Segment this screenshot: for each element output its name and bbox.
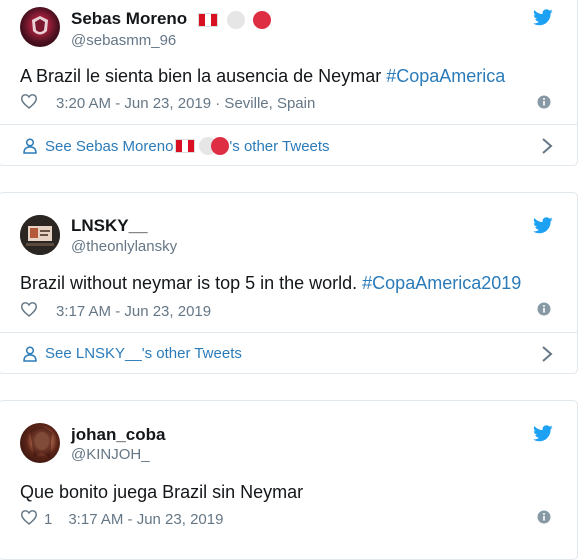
heart-icon[interactable] — [20, 93, 38, 113]
peru-flag-icon — [197, 12, 218, 27]
hashtag-link[interactable]: #CopaAmerica2019 — [362, 273, 521, 293]
display-name[interactable]: Sebas Moreno — [71, 9, 272, 29]
chevron-right-icon[interactable] — [541, 137, 553, 160]
tweet-timestamp[interactable]: 3:17 AM - Jun 23, 2019 — [56, 303, 211, 320]
red-circle-icon — [211, 137, 230, 155]
user-handle[interactable]: @KINJOH_ — [71, 446, 150, 463]
avatar-image-icon — [20, 215, 60, 255]
tweet-text: Que bonito juega Brazil sin Neymar — [20, 482, 304, 502]
avatar[interactable] — [20, 7, 60, 47]
tweet-body: A Brazil le sienta bien la ausencia de N… — [20, 66, 387, 86]
avatar[interactable] — [20, 215, 60, 255]
heart-icon[interactable] — [20, 301, 38, 321]
person-icon — [23, 345, 37, 362]
info-icon[interactable] — [537, 510, 551, 529]
avatar-crest-icon — [32, 16, 48, 35]
display-name-text[interactable]: Sebas Moreno — [71, 9, 187, 28]
hashtag-link[interactable]: #CopaAmerica — [386, 66, 505, 86]
like-count[interactable]: 1 — [44, 511, 52, 528]
footer-link-suffix[interactable]: 's other Tweets — [229, 138, 329, 155]
footer-link-text[interactable]: See LNSKY__'s other Tweets — [45, 345, 242, 362]
tweet-meta: 1 3:17 AM - Jun 23, 2019 — [20, 509, 223, 529]
info-icon[interactable] — [537, 302, 551, 321]
heart-icon[interactable] — [20, 509, 38, 529]
tweet-body: Brazil without neymar is top 5 in the wo… — [20, 273, 363, 293]
tweet-text: A Brazil le sienta bien la ausencia de N… — [20, 66, 505, 87]
avatar[interactable] — [20, 423, 60, 463]
tweet-footer[interactable]: See Sebas Moreno 's other Tweets — [0, 124, 577, 167]
tweet-meta: 3:20 AM - Jun 23, 2019 · Seville, Spain — [20, 93, 315, 113]
twitter-bird-icon[interactable] — [533, 425, 553, 447]
tweet-timestamp[interactable]: 3:20 AM - Jun 23, 2019 · Seville, Spain — [56, 95, 315, 112]
display-name[interactable]: johan_coba — [71, 425, 165, 445]
tweet-timestamp[interactable]: 3:17 AM - Jun 23, 2019 — [68, 511, 223, 528]
avatar-photo-icon — [30, 426, 52, 459]
see-other-tweets-link[interactable]: See LNSKY__'s other Tweets — [23, 345, 242, 362]
twitter-bird-icon[interactable] — [533, 217, 553, 239]
tweet-text: Brazil without neymar is top 5 in the wo… — [20, 273, 521, 294]
user-handle[interactable]: @sebasmm_96 — [71, 32, 176, 49]
info-icon[interactable] — [537, 95, 551, 114]
tweet-card-2: LNSKY__ @theonlylansky Brazil without ne… — [0, 192, 578, 374]
display-name[interactable]: LNSKY__ — [71, 216, 148, 236]
footer-link-text[interactable]: See Sebas Moreno — [45, 138, 173, 155]
tweet-card-1: Sebas Moreno @sebasmm_96 A Brazil le sie… — [0, 0, 578, 166]
see-other-tweets-link[interactable]: See Sebas Moreno 's other Tweets — [23, 137, 330, 155]
user-handle[interactable]: @theonlylansky — [71, 238, 177, 255]
peru-flag-icon — [175, 139, 196, 153]
person-icon — [23, 138, 37, 154]
white-circle-icon — [226, 10, 245, 29]
tweet-footer[interactable]: See LNSKY__'s other Tweets — [0, 332, 577, 375]
twitter-bird-icon[interactable] — [533, 9, 553, 31]
chevron-right-icon[interactable] — [541, 345, 553, 368]
tweet-card-3: johan_coba @KINJOH_ Que bonito juega Bra… — [0, 400, 578, 560]
tweet-meta: 3:17 AM - Jun 23, 2019 — [20, 301, 211, 321]
red-circle-icon — [253, 10, 272, 29]
